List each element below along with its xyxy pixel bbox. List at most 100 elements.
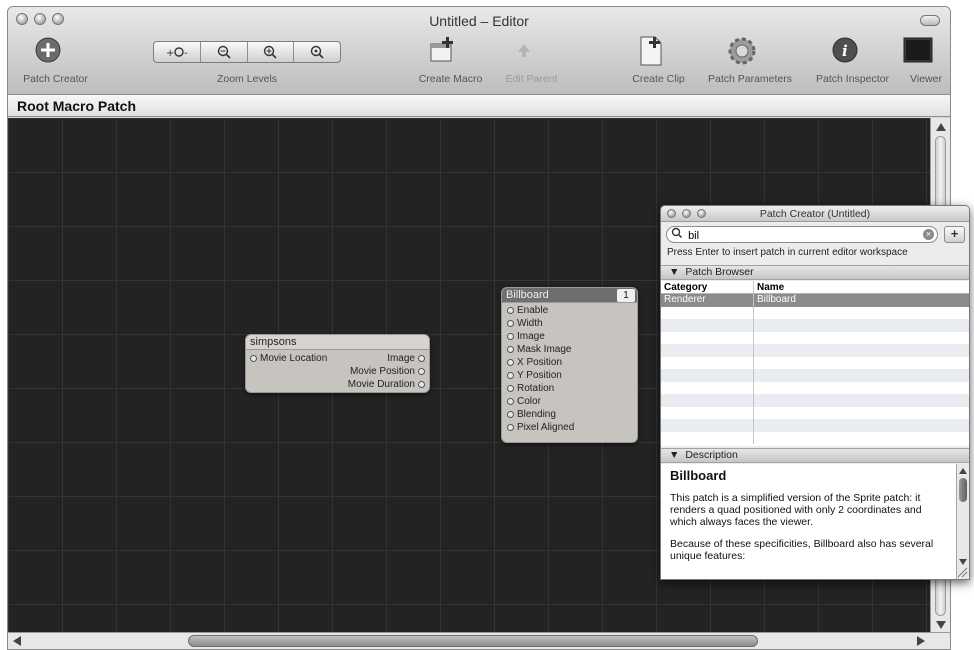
port-icon[interactable]	[507, 333, 514, 340]
input-port-pixel-aligned[interactable]: Pixel Aligned	[507, 421, 637, 434]
scroll-left-arrow-icon[interactable]	[10, 633, 24, 650]
port-label: Blending	[517, 409, 556, 420]
patch-title: simpsons	[246, 335, 429, 350]
description-scroll-thumb[interactable]	[959, 478, 967, 502]
cell-name: Billboard	[757, 294, 796, 305]
port-icon[interactable]	[507, 307, 514, 314]
simpsons-patch[interactable]: simpsons Movie Location Image Movie Posi…	[245, 334, 430, 393]
input-port-color[interactable]: Color	[507, 395, 637, 408]
patch-creator-button[interactable]: Patch Creator	[23, 35, 88, 85]
port-icon[interactable]	[250, 355, 257, 362]
patch-title: Billboard	[506, 289, 549, 301]
zoom-in-button[interactable]	[248, 42, 295, 62]
edit-parent-label: Edit Parent	[505, 73, 558, 85]
toolbar-toggle-button[interactable]	[920, 15, 940, 26]
empty-row	[661, 431, 969, 444]
gear-icon	[728, 37, 756, 65]
port-label: Mask Image	[517, 344, 572, 355]
insert-hint: Press Enter to insert patch in current e…	[667, 247, 908, 258]
create-clip-button[interactable]: Create Clip	[632, 35, 685, 85]
add-patch-button[interactable]: +	[944, 226, 965, 243]
clear-search-icon[interactable]: ×	[923, 229, 934, 240]
zoom-actual-button[interactable]	[294, 42, 340, 62]
input-port-movie-location[interactable]: Movie Location	[250, 352, 327, 365]
search-icon[interactable]	[671, 227, 685, 244]
panel-minimize-button[interactable]	[682, 209, 691, 218]
zoom-out-button[interactable]	[201, 42, 248, 62]
search-value: bil	[688, 230, 700, 242]
port-icon[interactable]	[507, 424, 514, 431]
input-port-width[interactable]: Width	[507, 317, 637, 330]
input-port-x-position[interactable]: X Position	[507, 356, 637, 369]
horizontal-scrollbar[interactable]	[8, 632, 950, 649]
output-port-movie-duration[interactable]: Movie Duration	[348, 378, 425, 391]
search-input[interactable]: bil ×	[666, 226, 938, 243]
zoom-out-icon	[217, 45, 231, 59]
port-icon[interactable]	[418, 368, 425, 375]
patch-parameters-label: Patch Parameters	[707, 73, 793, 85]
port-icon[interactable]	[507, 411, 514, 418]
window-title: Untitled – Editor	[429, 13, 529, 29]
empty-row	[661, 356, 969, 369]
port-icon[interactable]	[507, 398, 514, 405]
patch-parameters-button[interactable]: Patch Parameters	[708, 35, 792, 85]
billboard-patch[interactable]: Billboard 1 Enable Width Image Mask Imag…	[501, 287, 638, 443]
zoom-actual-icon	[310, 45, 324, 59]
port-icon[interactable]	[507, 359, 514, 366]
input-port-image[interactable]: Image	[507, 330, 637, 343]
empty-row	[661, 344, 969, 357]
panel-zoom-button[interactable]	[697, 209, 706, 218]
column-header-category[interactable]: Category	[661, 281, 754, 293]
scroll-up-arrow-icon[interactable]	[931, 120, 951, 134]
up-arrow-icon	[518, 44, 530, 57]
port-label: Y Position	[517, 370, 562, 381]
panel-close-button[interactable]	[667, 209, 676, 218]
info-icon: i	[832, 37, 858, 63]
horizontal-scroll-thumb[interactable]	[188, 635, 758, 647]
svg-text:-: -	[184, 48, 188, 59]
description-title: Billboard	[670, 468, 727, 483]
patch-inspector-button[interactable]: i Patch Inspector	[816, 35, 889, 85]
input-port-mask-image[interactable]: Mask Image	[507, 343, 637, 356]
zoom-fit-button[interactable]: + -	[154, 42, 201, 62]
disclosure-triangle-icon[interactable]: ▼	[669, 449, 679, 461]
port-label: Enable	[517, 305, 549, 316]
patch-browser-header[interactable]: ▼ Patch Browser	[661, 265, 969, 280]
patch-inspector-label: Patch Inspector	[816, 73, 889, 85]
description-scrollbar[interactable]	[956, 464, 970, 579]
scroll-down-arrow-icon[interactable]	[931, 618, 951, 632]
description-header[interactable]: ▼ Description	[661, 448, 969, 463]
output-port-image[interactable]: Image	[348, 352, 425, 365]
port-icon[interactable]	[507, 320, 514, 327]
port-icon[interactable]	[418, 355, 425, 362]
input-port-enable[interactable]: Enable	[507, 304, 637, 317]
scroll-up-arrow-icon[interactable]	[957, 466, 970, 476]
empty-row	[661, 306, 969, 319]
port-icon[interactable]	[507, 385, 514, 392]
disclosure-triangle-icon[interactable]: ▼	[669, 266, 679, 278]
description-paragraph: This patch is a simplified version of th…	[670, 492, 922, 528]
scroll-right-arrow-icon[interactable]	[914, 633, 928, 650]
empty-row	[661, 369, 969, 382]
create-macro-button[interactable]: Create Macro	[419, 35, 482, 85]
empty-row	[661, 331, 969, 344]
table-row[interactable]: Renderer Billboard	[661, 294, 969, 307]
input-port-y-position[interactable]: Y Position	[507, 369, 637, 382]
svg-text:i: i	[842, 42, 848, 60]
layer-number-badge[interactable]: 1	[617, 289, 635, 302]
edit-parent-button[interactable]: Edit Parent	[506, 35, 557, 85]
svg-text:+: +	[166, 48, 174, 59]
port-icon[interactable]	[418, 381, 425, 388]
empty-row	[661, 419, 969, 432]
port-icon[interactable]	[507, 346, 514, 353]
port-icon[interactable]	[507, 372, 514, 379]
column-header-name[interactable]: Name	[754, 281, 969, 293]
viewer-button[interactable]: Viewer	[903, 35, 942, 85]
input-port-rotation[interactable]: Rotation	[507, 382, 637, 395]
description-text-area[interactable]: Billboard This patch is a simplified ver…	[661, 464, 957, 579]
output-port-movie-position[interactable]: Movie Position	[348, 365, 425, 378]
patch-title-bar: Billboard 1	[502, 288, 637, 303]
section-label: Description	[685, 449, 738, 461]
input-port-blending[interactable]: Blending	[507, 408, 637, 421]
resize-grip-icon[interactable]	[956, 566, 968, 578]
